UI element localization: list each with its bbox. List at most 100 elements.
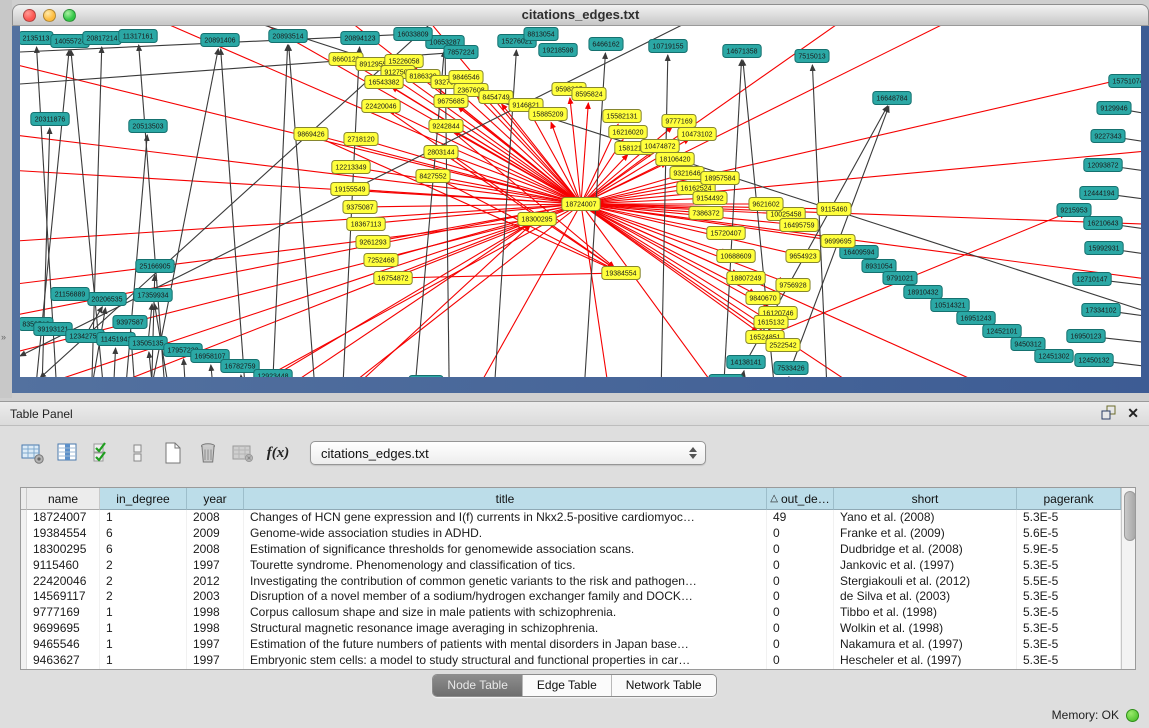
graph-node-9450312[interactable]: 9450312: [1011, 338, 1045, 351]
table-row[interactable]: 977716911998Corpus callosum shape and si…: [21, 605, 1121, 621]
graph-node-18367113[interactable]: 18367113: [347, 218, 385, 231]
graph-node-12450132[interactable]: 12450132: [1075, 354, 1113, 367]
graph-node-2718120[interactable]: 2718120: [344, 133, 378, 146]
deselect-rows-icon[interactable]: [125, 440, 151, 466]
graph-node-8813054[interactable]: 8813054: [524, 28, 558, 41]
show-column-icon[interactable]: [55, 440, 81, 466]
graph-node-9869426[interactable]: 9869426: [294, 128, 328, 141]
graph-node-9115460[interactable]: 9115460: [817, 203, 851, 216]
graph-node-9756928[interactable]: 9756928: [776, 279, 810, 292]
table-vertical-scrollbar[interactable]: [1121, 488, 1135, 669]
table-settings-icon[interactable]: [20, 440, 46, 466]
graph-node-18106420[interactable]: 18106420: [656, 153, 694, 166]
graph-node-8427552[interactable]: 8427552: [416, 170, 450, 183]
graph-node-12452101[interactable]: 12452101: [983, 325, 1021, 338]
graph-node-22420046[interactable]: 22420046: [362, 100, 400, 113]
graph-node-2803144[interactable]: 2803144: [424, 146, 458, 159]
column-header-pagerank[interactable]: pagerank: [1017, 488, 1121, 510]
graph-node-9235014[interactable]: 9235014: [409, 376, 443, 378]
graph-node-12444194[interactable]: 12444194: [1080, 187, 1118, 200]
table-row[interactable]: 911546021997Tourette syndrome. Phenomeno…: [21, 558, 1121, 574]
graph-node-10474872[interactable]: 10474872: [641, 140, 679, 153]
graph-node-9261293[interactable]: 9261293: [356, 236, 390, 249]
graph-node-16950123[interactable]: 16950123: [1067, 330, 1105, 343]
graph-node-18300295[interactable]: 18300295: [518, 213, 556, 226]
graph-node-2522542[interactable]: 2522542: [766, 339, 800, 352]
graph-node-7515013[interactable]: 7515013: [795, 50, 829, 63]
graph-node-9846546[interactable]: 9846546: [449, 71, 483, 84]
graph-node-1615132[interactable]: 1615132: [754, 316, 788, 329]
graph-node-18807249[interactable]: 18807249: [727, 272, 765, 285]
graph-node-7252468[interactable]: 7252468: [364, 254, 398, 267]
table-row[interactable]: 946362711997Embryonic stem cells: a mode…: [21, 653, 1121, 669]
graph-node-13505135[interactable]: 13505135: [129, 337, 167, 350]
graph-node-10688609[interactable]: 10688609: [717, 250, 755, 263]
graph-node-14671358[interactable]: 14671358: [723, 45, 761, 58]
graph-node-16033809[interactable]: 16033809: [394, 28, 432, 41]
graph-node-20513503[interactable]: 20513503: [129, 120, 167, 133]
graph-edge[interactable]: [241, 375, 250, 377]
new-table-icon[interactable]: [160, 440, 186, 466]
graph-node-7386372[interactable]: 7386372: [689, 207, 723, 220]
graph-node-20311876[interactable]: 20311876: [31, 113, 69, 126]
graph-node-16210643[interactable]: 16210643: [1084, 217, 1122, 230]
graph-edge[interactable]: [211, 365, 220, 377]
graph-node-19155549[interactable]: 19155549: [331, 183, 369, 196]
table-selector-dropdown[interactable]: citations_edges.txt: [310, 441, 706, 465]
graph-node-17359934[interactable]: 17359934: [134, 289, 172, 302]
graph-node-9154492[interactable]: 9154492: [693, 192, 727, 205]
graph-edge[interactable]: [20, 46, 581, 204]
graph-node-20817214[interactable]: 20817214: [83, 32, 121, 45]
graph-edge[interactable]: [20, 204, 581, 246]
float-panel-icon[interactable]: [1101, 405, 1117, 423]
graph-node-12451302[interactable]: 12451302: [1035, 350, 1073, 363]
graph-node-9375087[interactable]: 9375087: [343, 201, 377, 214]
graph-node-9654923[interactable]: 9654923: [786, 250, 820, 263]
graph-node-19384554[interactable]: 19384554: [602, 267, 640, 280]
graph-node-9699695[interactable]: 9699695: [821, 235, 855, 248]
graph-node-12093872[interactable]: 12093872: [1084, 159, 1122, 172]
graph-node-6466162[interactable]: 6466162: [589, 38, 623, 51]
graph-node-20893514[interactable]: 20893514: [269, 30, 307, 43]
column-header-out-degree[interactable]: △ out_de…: [767, 488, 834, 510]
table-row[interactable]: 1872400712008Changes of HCN gene express…: [21, 510, 1121, 526]
graph-node-17334102[interactable]: 17334102: [1082, 304, 1120, 317]
graph-node-15992931[interactable]: 15992931: [1085, 242, 1123, 255]
graph-node-11317161[interactable]: 11317161: [119, 30, 157, 43]
graph-node-21156889[interactable]: 21156889: [51, 288, 89, 301]
graph-node-16495759[interactable]: 16495759: [780, 219, 818, 232]
graph-node-15885209[interactable]: 15885209: [529, 108, 567, 121]
function-builder-icon[interactable]: f(x): [265, 440, 291, 466]
graph-node-9321646[interactable]: 9321646: [670, 167, 704, 180]
graph-node-14138141[interactable]: 14138141: [727, 356, 765, 369]
column-header-year[interactable]: year: [187, 488, 244, 510]
graph-edge[interactable]: [184, 359, 190, 377]
graph-node-9791021[interactable]: 9791021: [883, 272, 917, 285]
graph-node-9215953[interactable]: 9215953: [1057, 204, 1091, 217]
window-titlebar[interactable]: citations_edges.txt: [12, 4, 1149, 26]
graph-node-25166905[interactable]: 25166905: [136, 260, 174, 273]
table-row[interactable]: 946554611997Estimation of the future num…: [21, 637, 1121, 653]
table-row[interactable]: 969969511998Structural magnetic resonanc…: [21, 621, 1121, 637]
graph-node-9777169[interactable]: 9777169: [662, 115, 696, 128]
graph-node-9242844[interactable]: 9242844: [429, 120, 463, 133]
graph-edge[interactable]: [289, 45, 320, 377]
graph-node-12923448[interactable]: 12923448: [254, 370, 292, 378]
graph-node-9129946[interactable]: 9129946: [1097, 102, 1131, 115]
graph-node-20894123[interactable]: 20894123: [341, 32, 379, 45]
column-header-in-degree[interactable]: in_degree: [100, 488, 187, 510]
graph-node-15582131[interactable]: 15582131: [603, 110, 641, 123]
graph-node-8595824[interactable]: 8595824: [572, 88, 606, 101]
zoom-window-icon[interactable]: [63, 9, 76, 22]
graph-node-9124503[interactable]: 9124503: [709, 375, 743, 378]
graph-node-18910432[interactable]: 18910432: [904, 286, 942, 299]
tab-edge-table[interactable]: Edge Table: [522, 675, 611, 696]
graph-edge[interactable]: [581, 103, 588, 204]
column-header-short[interactable]: short: [834, 488, 1017, 510]
close-panel-icon[interactable]: ✕: [1127, 405, 1139, 422]
graph-node-16216020[interactable]: 16216020: [609, 126, 647, 139]
table-row[interactable]: 1938455462009Genome-wide association stu…: [21, 526, 1121, 542]
graph-node-16648784[interactable]: 16648784: [873, 92, 911, 105]
table-row[interactable]: 1456911722003Disruption of a novel membe…: [21, 589, 1121, 605]
graph-node-2135113[interactable]: 2135113: [20, 32, 53, 45]
